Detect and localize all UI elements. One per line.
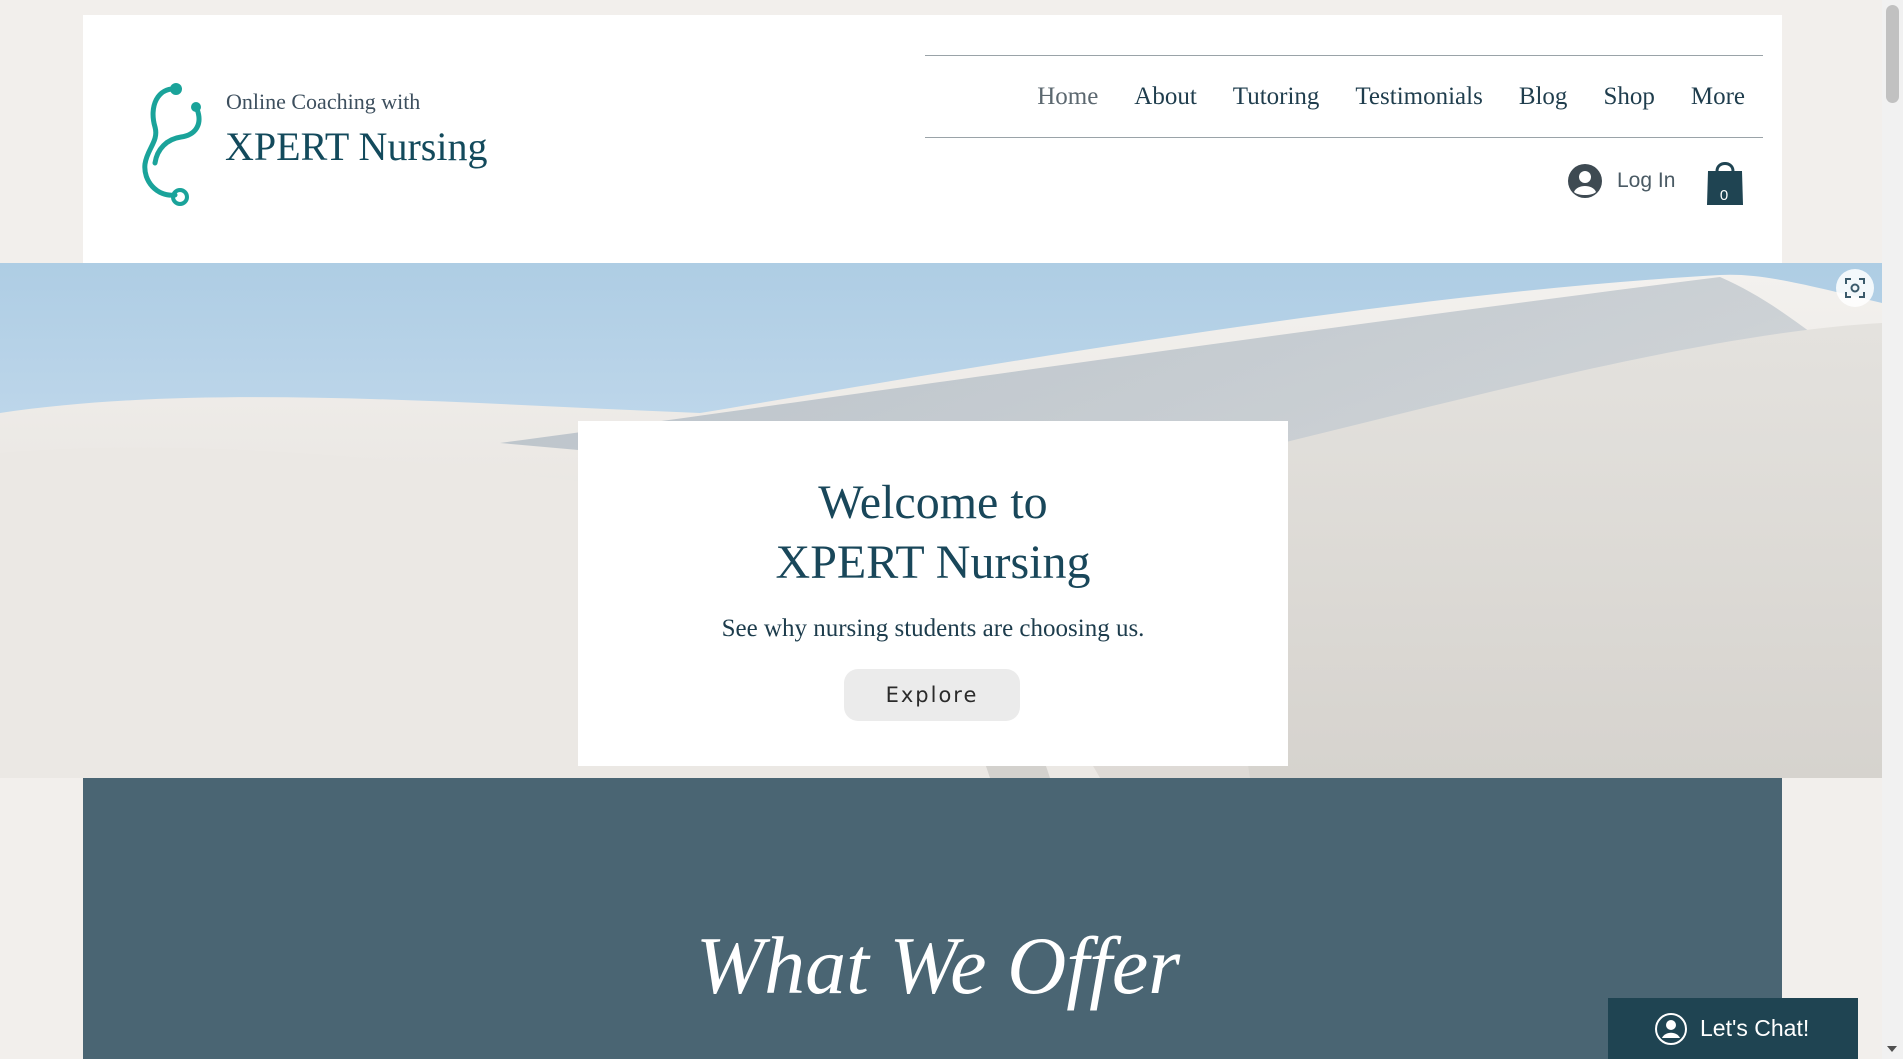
scrollbar-thumb[interactable] xyxy=(1886,5,1899,103)
welcome-title-line1: Welcome to xyxy=(818,476,1048,529)
brand-name[interactable]: XPERT Nursing xyxy=(225,123,487,170)
chat-user-icon xyxy=(1655,1012,1687,1045)
site-header: Online Coaching with XPERT Nursing Home … xyxy=(83,15,1782,263)
scroll-down-arrow-icon[interactable] xyxy=(1887,1046,1897,1052)
nav-item-shop[interactable]: Shop xyxy=(1585,83,1672,111)
cart-count: 0 xyxy=(1719,187,1729,204)
image-focus-button[interactable] xyxy=(1836,269,1874,307)
user-avatar-icon xyxy=(1568,164,1602,198)
welcome-card: Welcome to XPERT Nursing See why nursing… xyxy=(578,421,1288,766)
cart-button[interactable]: 0 xyxy=(1705,157,1747,207)
offer-section: What We Offer xyxy=(83,778,1782,1059)
focus-frame-icon xyxy=(1845,278,1865,298)
nav-item-about[interactable]: About xyxy=(1116,83,1215,111)
hero-section: Welcome to XPERT Nursing See why nursing… xyxy=(0,263,1882,778)
vertical-scrollbar[interactable] xyxy=(1882,0,1903,1059)
welcome-subtitle: See why nursing students are choosing us… xyxy=(721,615,1145,642)
nav-item-home[interactable]: Home xyxy=(1019,83,1116,111)
brand-tagline: Online Coaching with xyxy=(226,89,421,114)
welcome-title: Welcome to XPERT Nursing xyxy=(578,473,1288,593)
chat-label: Let's Chat! xyxy=(1700,1015,1810,1041)
nav-item-more[interactable]: More xyxy=(1673,83,1763,111)
login-button[interactable]: Log In xyxy=(1567,163,1675,199)
chat-button[interactable]: Let's Chat! xyxy=(1608,998,1858,1059)
main-nav: Home About Tutoring Testimonials Blog Sh… xyxy=(925,55,1763,138)
nav-item-tutoring[interactable]: Tutoring xyxy=(1215,83,1338,111)
nav-item-testimonials[interactable]: Testimonials xyxy=(1337,83,1500,111)
offer-title: What We Offer xyxy=(695,920,1181,1011)
page: Online Coaching with XPERT Nursing Home … xyxy=(0,0,1903,1059)
explore-button[interactable]: Explore xyxy=(844,669,1020,721)
login-label: Log In xyxy=(1617,169,1676,192)
nav-item-blog[interactable]: Blog xyxy=(1501,83,1586,111)
stethoscope-icon[interactable] xyxy=(137,79,217,209)
welcome-title-line2: XPERT Nursing xyxy=(775,536,1091,589)
